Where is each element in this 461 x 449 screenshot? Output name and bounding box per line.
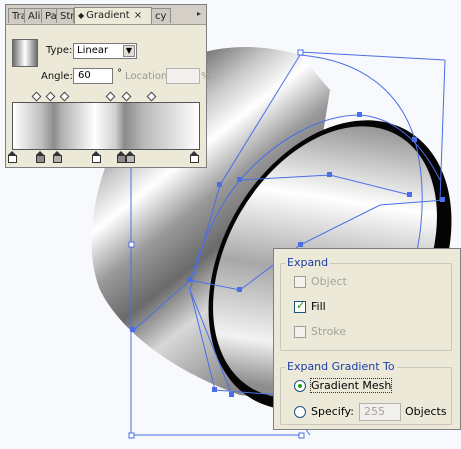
gradient-panel: Tra Ali Pa Str ◆Gradient × cy ▸ Type: Lin… — [5, 4, 211, 168]
object-label: Object — [311, 275, 347, 288]
panel-tab-bar: Tra Ali Pa Str ◆Gradient × cy ▸ — [6, 5, 206, 25]
panel-menu-icon[interactable]: ▸ — [194, 9, 204, 19]
type-select[interactable]: Linear ▼ — [73, 43, 137, 59]
midpoint-diamond[interactable] — [146, 91, 157, 102]
check-icon: ✓ — [296, 299, 306, 312]
type-label: Type: — [46, 45, 73, 56]
chevron-down-icon[interactable]: ▼ — [123, 45, 135, 57]
tab-label: Pa — [45, 11, 57, 22]
stroke-checkbox[interactable] — [294, 326, 306, 338]
angle-value: 60 — [78, 70, 91, 81]
specify-value: 255 — [364, 405, 385, 418]
object-checkbox[interactable] — [294, 276, 306, 288]
color-stop[interactable] — [92, 151, 101, 164]
midpoint-diamond[interactable] — [121, 91, 132, 102]
specify-label: Specify: — [311, 405, 354, 418]
color-stop[interactable] — [190, 151, 199, 164]
tab-label: Gradient — [86, 10, 130, 21]
tab-stroke[interactable]: Str — [56, 8, 74, 23]
specify-count-field[interactable]: 255 — [359, 403, 401, 421]
midpoint-diamond[interactable] — [45, 91, 56, 102]
tab-align[interactable]: Ali — [24, 8, 42, 23]
midpoint-diamond[interactable] — [31, 91, 42, 102]
gradient-ramp[interactable] — [12, 102, 200, 150]
type-value: Linear — [77, 45, 109, 56]
gradient-mesh-radio[interactable] — [294, 380, 306, 392]
objects-label: Objects — [405, 405, 447, 418]
tab-pathfinder[interactable]: Pa — [41, 8, 57, 23]
color-stop[interactable] — [126, 151, 135, 164]
tab-label: cy — [155, 11, 167, 22]
tab-gradient[interactable]: ◆ Gradient × — [74, 7, 152, 24]
tab-transform[interactable]: Tra — [8, 8, 25, 23]
color-stop[interactable] — [36, 151, 45, 164]
color-stop[interactable] — [117, 151, 126, 164]
midpoint-diamond[interactable] — [59, 91, 70, 102]
fill-label: Fill — [311, 300, 326, 313]
angle-label: Angle: — [41, 71, 73, 82]
color-stop[interactable] — [53, 151, 62, 164]
gradient-swatch[interactable] — [12, 39, 38, 67]
tab-options-icon: ◆ — [78, 11, 85, 20]
stroke-label: Stroke — [311, 325, 347, 338]
tab-label: Str — [60, 11, 74, 22]
gradient-mesh-label: Gradient Mesh — [309, 378, 393, 393]
close-icon[interactable]: × — [134, 10, 142, 21]
expand-group-label: Expand — [285, 256, 331, 269]
radio-selected-icon — [298, 384, 302, 388]
tab-transparency[interactable]: cy — [151, 8, 171, 23]
percent-symbol: % — [201, 71, 211, 82]
midpoint-diamond[interactable] — [105, 91, 116, 102]
fill-checkbox[interactable]: ✓ — [294, 299, 306, 313]
tab-label: Ali — [28, 11, 41, 22]
location-label: Location: — [125, 71, 171, 82]
expand-dialog: Expand Object ✓ Fill Stroke Expand Gradi… — [273, 248, 461, 430]
degree-symbol: ° — [117, 68, 122, 79]
angle-field[interactable]: 60 — [73, 68, 113, 84]
specify-radio[interactable] — [294, 406, 306, 418]
color-stop[interactable] — [8, 151, 17, 164]
canvas[interactable]: Tra Ali Pa Str ◆Gradient × cy ▸ Type: Lin… — [0, 0, 461, 449]
expand-gradient-group-label: Expand Gradient To — [285, 360, 397, 373]
location-field[interactable] — [166, 68, 200, 84]
